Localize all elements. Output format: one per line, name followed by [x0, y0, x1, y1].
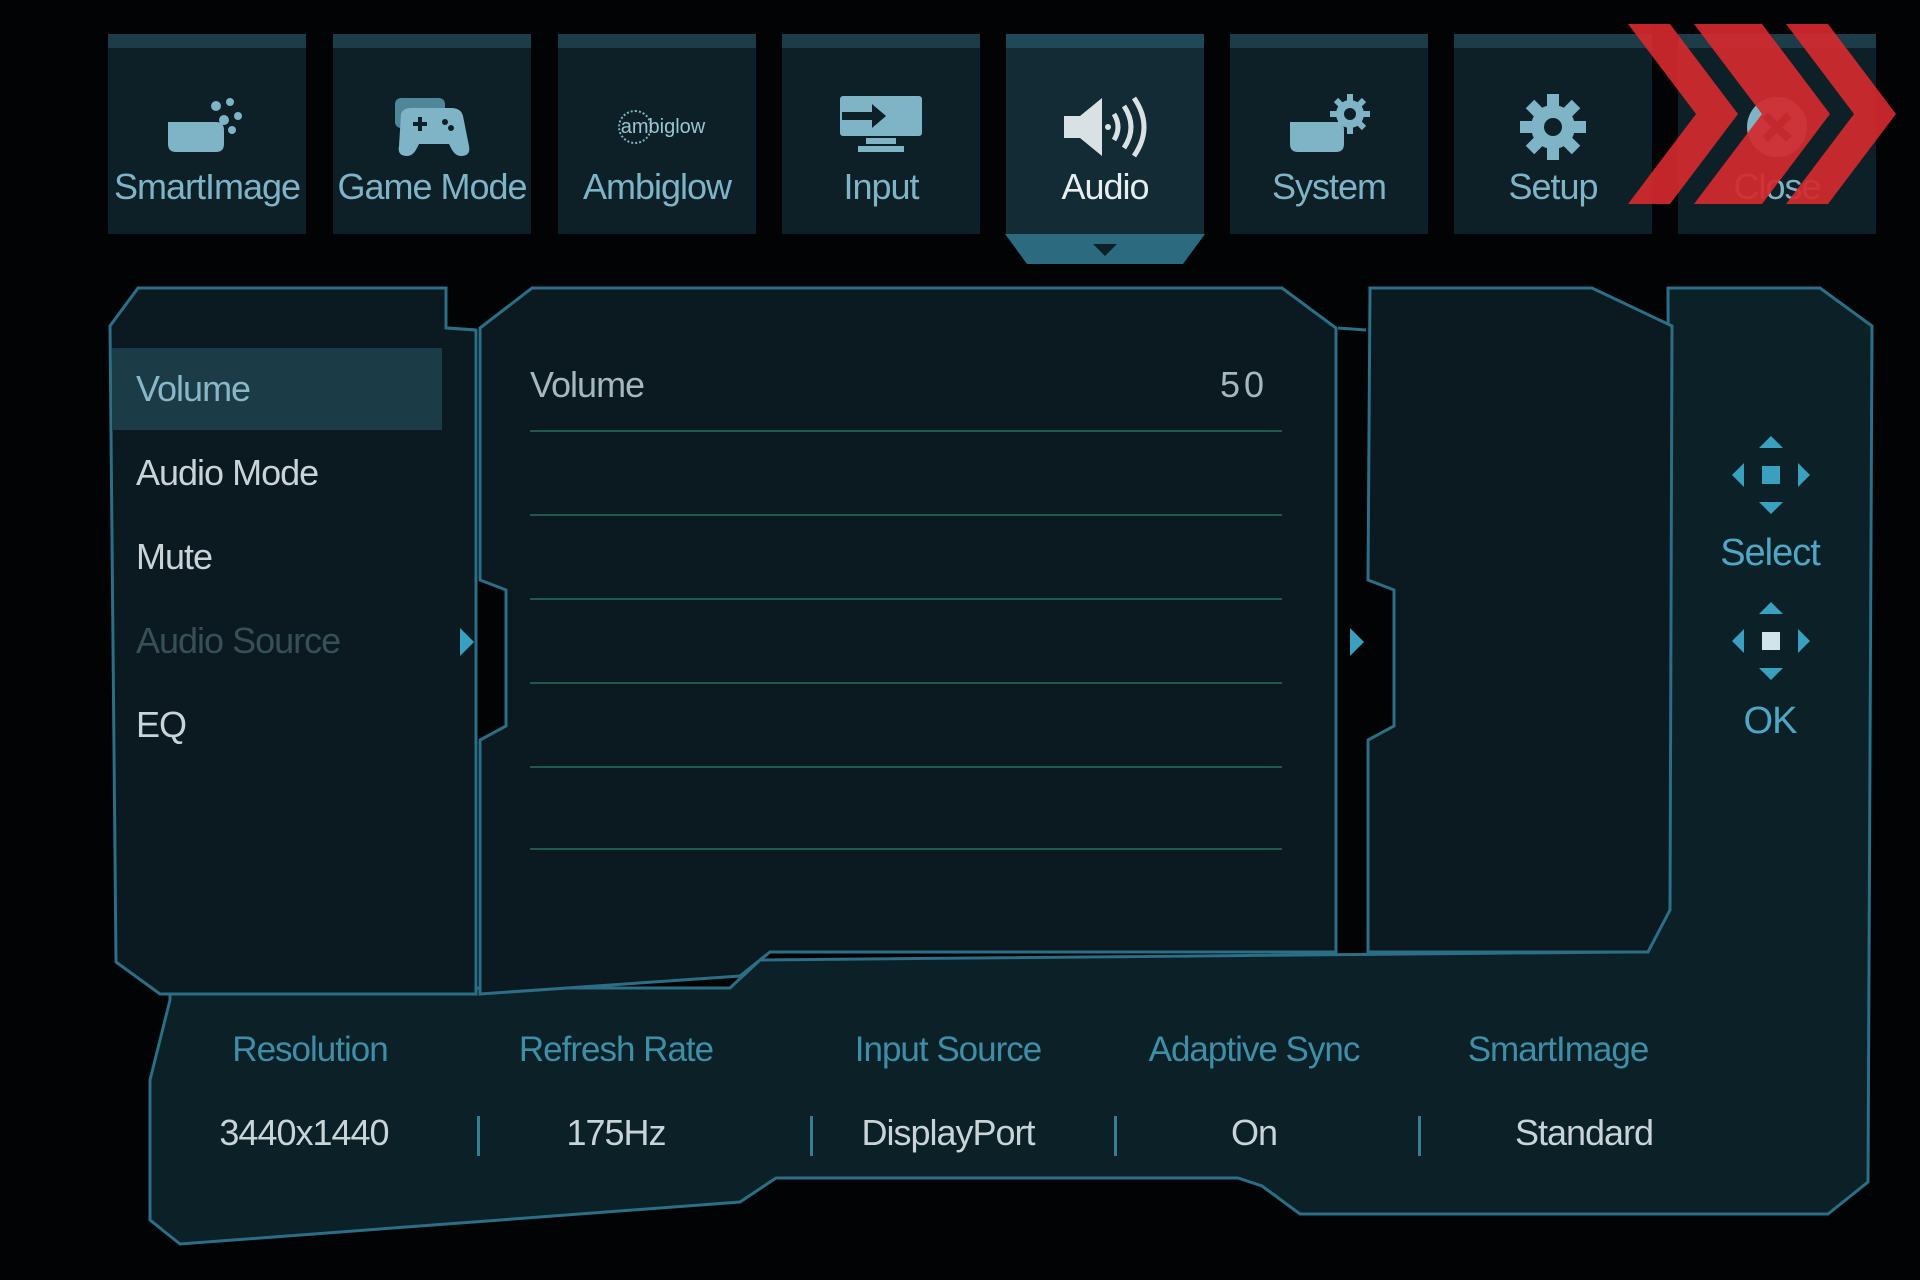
status-header-refresh-rate: Refresh Rate	[518, 1030, 714, 1069]
status-value-smartimage: Standard	[1514, 1112, 1654, 1153]
status-header-input-source: Input Source	[854, 1030, 1042, 1069]
menu-item-label: Mute	[136, 536, 213, 577]
hint-select-label: Select	[1720, 532, 1821, 574]
row-divider	[530, 682, 1282, 684]
status-header-adaptive-sync: Adaptive Sync	[1148, 1030, 1361, 1069]
row-divider	[530, 848, 1282, 850]
menu-item-mute[interactable]: Mute	[112, 516, 442, 598]
menu-item-label: Audio Mode	[136, 452, 319, 493]
menu-item-audio-mode[interactable]: Audio Mode	[112, 432, 442, 514]
status-value-input-source: DisplayPort	[861, 1112, 1035, 1153]
hint-ok-label: OK	[1743, 700, 1798, 742]
joystick-select-icon	[1732, 436, 1810, 514]
menu-item-volume[interactable]: Volume	[112, 348, 442, 430]
status-value-resolution: 3440x1440	[219, 1112, 389, 1153]
status-separator	[1418, 1116, 1421, 1156]
status-header-resolution: Resolution	[232, 1030, 388, 1069]
status-value-refresh-rate: 175Hz	[566, 1112, 666, 1153]
volume-value[interactable]: 50	[1220, 364, 1268, 406]
menu-expand-arrow-icon	[460, 628, 474, 656]
row-divider	[530, 514, 1282, 516]
status-value-adaptive-sync: On	[1230, 1112, 1278, 1153]
row-divider	[530, 430, 1282, 432]
row-divider	[530, 598, 1282, 600]
menu-item-audio-source: Audio Source	[112, 600, 442, 682]
joystick-ok-icon	[1732, 602, 1810, 680]
menu-item-label: Audio Source	[136, 620, 341, 661]
status-header-smartimage: SmartImage	[1467, 1030, 1650, 1069]
volume-label: Volume	[530, 364, 645, 405]
menu-item-eq[interactable]: EQ	[112, 684, 442, 766]
menu-item-label: EQ	[136, 704, 187, 745]
menu-item-label: Volume	[136, 368, 251, 409]
xx-watermark-logo	[1628, 24, 1896, 204]
row-divider	[530, 766, 1282, 768]
detail-expand-arrow-icon	[1350, 628, 1364, 656]
